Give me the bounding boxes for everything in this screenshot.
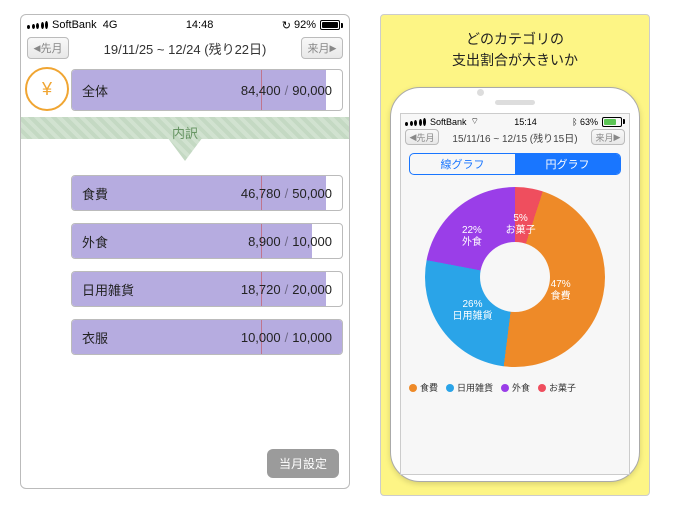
phone-mock: SoftBank ⌔ 15:14 ᛒ 63% 先月 15/11/16 ~ 12/… [390,87,640,482]
status-bar-2: SoftBank ⌔ 15:14 ᛒ 63% [405,116,625,127]
next-month-button[interactable]: 来月 [301,37,343,59]
carrier-label: SoftBank [430,117,467,127]
category-list: 🍚食費46,780/50,000🍴外食8,900/10,000🧻日用雑貨18,7… [21,161,349,373]
spending-pie-chart: 5%お菓子 47%食費 26%日用雑貨 22%外食 [425,187,605,367]
category-values: 8,900/10,000 [248,234,332,249]
battery-icon [320,20,343,30]
date-range: 15/11/16 ~ 12/15 (残り15日) [452,130,577,145]
battery-icon [602,117,625,127]
battery-percent: 92% [294,19,316,31]
category-values: 18,720/20,000 [241,282,332,297]
category-row-food[interactable]: 🍚食費46,780/50,000 [71,175,343,211]
clock: 14:48 [186,19,214,31]
budget-list-screen: SoftBank 4G 14:48 ↻ 92% 先月 19/11/25 ~ 12… [20,14,350,489]
network-label: 4G [103,19,118,31]
next-month-button[interactable]: 来月 [591,129,625,145]
total-row[interactable]: ¥ 全体 84,400/90,000 [21,63,349,117]
camera-icon [477,89,484,96]
pie-slice-label: 5%お菓子 [506,213,536,237]
category-values: 10,000/10,000 [241,330,332,345]
chart-type-segmented[interactable]: 線グラフ 円グラフ [409,153,621,175]
category-row-eatout[interactable]: 🍴外食8,900/10,000 [71,223,343,259]
seg-line[interactable]: 線グラフ [410,154,515,174]
wifi-icon: ⌔ [471,116,479,127]
breakdown-header: 内訳 [21,117,349,161]
date-range: 19/11/25 ~ 12/24 (残り22日) [104,39,267,58]
category-row-clothes[interactable]: 👕衣服10,000/10,000 [71,319,343,355]
category-label: 食費 [82,184,108,203]
status-bar: SoftBank 4G 14:48 ↻ 92% [21,15,349,33]
promo-panel: どのカテゴリの支出割合が大きいか SoftBank ⌔ 15:14 ᛒ 63% … [380,14,650,496]
legend-item: 食費 [409,381,438,394]
legend-item: お菓子 [538,381,576,394]
sync-icon: ↻ [282,19,291,32]
speaker-icon [495,100,535,105]
prev-month-button[interactable]: 先月 [405,129,439,145]
bluetooth-icon: ᛒ [572,117,577,127]
category-row-daily[interactable]: 🧻日用雑貨18,720/20,000 [71,271,343,307]
category-label: 外食 [82,232,108,251]
pie-slice-label: 26%日用雑貨 [453,299,493,323]
carrier-label: SoftBank [52,19,97,31]
month-nav-2: 先月 15/11/16 ~ 12/15 (残り15日) 来月 [405,127,625,147]
seg-pie[interactable]: 円グラフ [515,154,620,174]
month-nav: 先月 19/11/25 ~ 12/24 (残り22日) 来月 [21,33,349,63]
battery-percent: 63% [580,117,598,127]
signal-icon [405,118,426,126]
category-label: 衣服 [82,328,108,347]
category-label: 日用雑貨 [82,280,134,299]
total-label: 全体 [82,81,108,100]
pie-slice-label: 22%外食 [462,225,482,249]
prev-month-button[interactable]: 先月 [27,37,69,59]
promo-title: どのカテゴリの支出割合が大きいか [452,29,578,71]
legend-item: 日用雑貨 [446,381,493,394]
category-values: 46,780/50,000 [241,186,332,201]
chart-screen: SoftBank ⌔ 15:14 ᛒ 63% 先月 15/11/16 ~ 12/… [400,113,630,475]
month-settings-button[interactable]: 当月設定 [267,449,339,478]
total-icon: ¥ [25,67,69,111]
signal-icon [27,21,48,29]
pie-slice-label: 47%食費 [551,279,571,303]
total-values: 84,400/90,000 [241,83,332,98]
chart-legend: 食費日用雑貨外食お菓子 [409,381,621,394]
clock: 15:14 [514,117,537,127]
legend-item: 外食 [501,381,530,394]
